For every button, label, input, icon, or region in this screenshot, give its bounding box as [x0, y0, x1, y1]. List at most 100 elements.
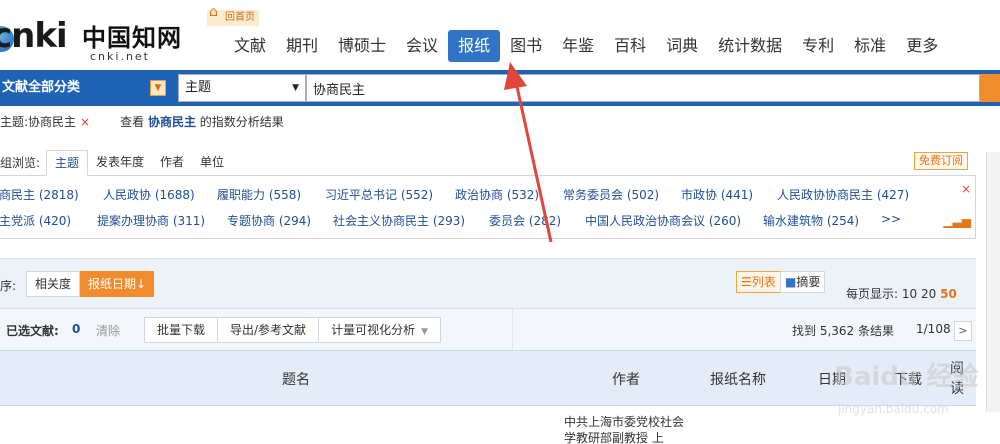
- category-label: 文献全部分类: [2, 80, 81, 95]
- column-author[interactable]: 作者: [612, 369, 640, 389]
- group-item[interactable]: 专题协商 (294): [227, 212, 311, 229]
- query-tag: 主题:协商民主: [0, 115, 77, 129]
- results-count: 找到 5,362 条结果: [792, 324, 894, 338]
- results-toolbar: 已选文献: 0 清除 批量下载 导出/参考文献 计量可视化分析 ▼ 找到 5,36…: [0, 308, 976, 351]
- view-list-label: 列表: [751, 275, 776, 289]
- group-item[interactable]: 人民政协协商民主 (427): [777, 186, 909, 203]
- remove-query-icon[interactable]: ×: [80, 112, 90, 132]
- sort-bar: 序: 相关度 报纸日期↓ ☰列表 ■摘要 每页显示: 10 20 50: [0, 258, 976, 308]
- visual-analysis-label: 计量可视化分析: [331, 323, 416, 337]
- search-input[interactable]: [306, 74, 980, 102]
- nav-item[interactable]: 专利: [792, 30, 844, 62]
- group-tabs: 主题 发表年度 作者 单位: [46, 150, 232, 176]
- logo-subtitle: cnki.net: [90, 50, 150, 63]
- main-nav: 文献 期刊 博硕士 会议 报纸 图书 年鉴 百科 词典 统计数据 专利 标准 更…: [224, 30, 948, 62]
- group-item[interactable]: 习近平总书记 (552): [325, 186, 433, 203]
- column-newspaper[interactable]: 报纸名称: [710, 369, 766, 389]
- nav-item[interactable]: 博硕士: [328, 30, 396, 62]
- per-page-label: 每页显示:: [846, 287, 899, 301]
- export-citation-button[interactable]: 导出/参考文献: [218, 318, 320, 342]
- column-read[interactable]: 阅读: [950, 359, 966, 399]
- index-analysis-link[interactable]: 查看 协商民主 的指数分析结果: [120, 112, 284, 132]
- group-item[interactable]: 人民政协 (1688): [103, 186, 195, 203]
- visual-analysis-button[interactable]: 计量可视化分析 ▼: [319, 318, 440, 342]
- row-author[interactable]: 中共上海市委党校社会学教研部副教授 上: [564, 414, 684, 444]
- chevron-down-icon[interactable]: ▼: [150, 80, 166, 96]
- view-list-button[interactable]: ☰列表: [736, 271, 781, 293]
- sort-date-button[interactable]: 报纸日期↓: [80, 271, 155, 297]
- close-icon[interactable]: ×: [961, 182, 971, 196]
- nav-item-active[interactable]: 报纸: [448, 30, 501, 62]
- nav-item[interactable]: 标准: [844, 30, 896, 62]
- table-row: 中共上海市委党校社会学教研部副教授 上: [0, 406, 976, 444]
- field-select[interactable]: 主题 ▼: [178, 74, 306, 102]
- next-page-button[interactable]: >: [954, 321, 972, 341]
- sort-label: 序:: [0, 279, 17, 293]
- group-browse-label: 组浏览:: [0, 156, 41, 170]
- group-tab-active[interactable]: 主题: [46, 150, 89, 176]
- cnki-search-page: cnki 中国知网 cnki.net ⌂ 回首页 文献 期刊 博硕士 会议 报纸…: [0, 0, 1000, 444]
- index-prefix: 查看: [120, 115, 145, 129]
- cnki-logo[interactable]: cnki 中国知网 cnki.net: [0, 14, 192, 64]
- per-page-option[interactable]: 10: [902, 287, 917, 301]
- free-subscribe-button[interactable]: 免费订阅: [914, 152, 968, 170]
- nav-item[interactable]: 百科: [604, 30, 656, 62]
- group-item[interactable]: 委员会 (282): [489, 212, 561, 229]
- sort-date-label: 报纸日期: [88, 277, 137, 291]
- group-item[interactable]: 提案办理协商 (311): [97, 212, 205, 229]
- category-select[interactable]: 文献全部分类 ▼: [0, 70, 172, 106]
- query-status: 主题:协商民主 × 查看 协商民主 的指数分析结果: [0, 112, 284, 132]
- group-item[interactable]: 中国人民政治协商会议 (260): [585, 212, 741, 229]
- selected-label: 已选文献:: [6, 324, 59, 338]
- group-panel: 商民主 (2818) 人民政协 (1688) 履职能力 (558) 习近平总书记…: [0, 175, 976, 239]
- view-abstract-button[interactable]: ■摘要: [780, 271, 826, 293]
- house-icon: ⌂: [209, 4, 218, 20]
- header: cnki 中国知网 cnki.net ⌂ 回首页 文献 期刊 博硕士 会议 报纸…: [0, 0, 1000, 70]
- sort-relevance-button[interactable]: 相关度: [26, 271, 81, 297]
- column-date[interactable]: 日期: [818, 369, 846, 389]
- group-item[interactable]: 商民主 (2818): [0, 186, 79, 203]
- per-page-option[interactable]: 20: [921, 287, 936, 301]
- nav-item[interactable]: 统计数据: [708, 30, 792, 62]
- group-item[interactable]: 社会主义协商民主 (293): [333, 212, 465, 229]
- more-groups-link[interactable]: >>: [881, 212, 901, 226]
- group-item[interactable]: 输水建筑物 (254): [763, 212, 859, 229]
- results-table-header: 题名 作者 报纸名称 日期 下载 阅读: [0, 350, 976, 406]
- nav-item[interactable]: 图书: [500, 30, 552, 62]
- nav-item[interactable]: 文献: [224, 30, 276, 62]
- page-indicator: 1/108: [916, 322, 951, 336]
- clear-button[interactable]: 清除: [96, 322, 120, 339]
- nav-item[interactable]: 年鉴: [552, 30, 604, 62]
- group-tab[interactable]: 单位: [192, 150, 232, 176]
- logo-latin: cnki: [0, 16, 68, 56]
- search-button[interactable]: [980, 74, 1000, 102]
- search-bar: 文献全部分类 ▼ 主题 ▼: [0, 70, 1000, 106]
- group-item[interactable]: 履职能力 (558): [217, 186, 301, 203]
- batch-download-button[interactable]: 批量下载: [145, 318, 219, 342]
- home-link-label: 回首页: [225, 12, 255, 23]
- group-tab[interactable]: 发表年度: [88, 150, 152, 176]
- right-side-panel: [986, 152, 1000, 412]
- group-item[interactable]: 主党派 (420): [0, 212, 71, 229]
- chevron-down-icon: ▼: [421, 327, 428, 337]
- nav-item[interactable]: 会议: [396, 30, 448, 62]
- view-abstract-label: 摘要: [796, 275, 821, 289]
- group-tab[interactable]: 作者: [152, 150, 192, 176]
- group-item[interactable]: 市政协 (441): [681, 186, 753, 203]
- index-term: 协商民主: [147, 115, 196, 129]
- group-item[interactable]: 政治协商 (532): [455, 186, 539, 203]
- dropdown-arrow-icon: ▼: [292, 83, 299, 93]
- nav-item[interactable]: 更多: [896, 30, 948, 62]
- per-page-option-active[interactable]: 50: [940, 287, 957, 301]
- group-item[interactable]: 常务委员会 (502): [563, 186, 659, 203]
- column-title[interactable]: 题名: [282, 369, 310, 389]
- nav-item[interactable]: 期刊: [276, 30, 328, 62]
- column-download[interactable]: 下载: [894, 369, 922, 389]
- sort-desc-icon: ↓: [136, 277, 147, 291]
- abstract-icon: ■: [785, 275, 797, 289]
- home-link[interactable]: ⌂ 回首页: [207, 4, 259, 26]
- chart-icon[interactable]: ▁▃▅: [943, 214, 971, 228]
- divider: [512, 309, 513, 351]
- toolbar-button-group: 批量下载 导出/参考文献 计量可视化分析 ▼: [144, 317, 441, 343]
- nav-item[interactable]: 词典: [656, 30, 708, 62]
